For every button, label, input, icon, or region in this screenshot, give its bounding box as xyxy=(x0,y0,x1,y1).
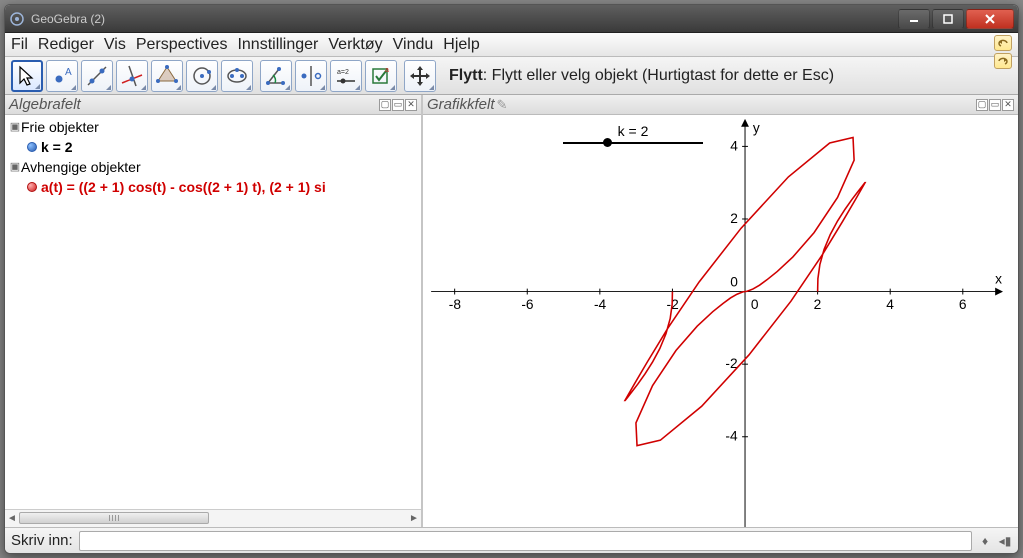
toolbar: A a=2 xyxy=(5,57,1018,95)
redo-button[interactable] xyxy=(994,53,1012,69)
maximize-icon xyxy=(943,14,953,24)
svg-text:x: x xyxy=(995,272,1002,287)
tool-line[interactable] xyxy=(81,60,113,92)
undo-button[interactable] xyxy=(994,35,1012,51)
menu-settings[interactable]: Innstillinger xyxy=(237,36,318,54)
graphics-pane: Grafikkfelt✎ ▢ ▭ ✕ k = 2 xyxy=(423,95,1018,527)
graphics-view[interactable]: k = 2 xyxy=(423,115,1018,527)
svg-text:-4: -4 xyxy=(725,429,738,444)
tree-item-label: k = 2 xyxy=(41,137,73,157)
graph-canvas[interactable]: -8 -6 -4 -2 0 2 4 6 4 2 0 -2 -4 x xyxy=(423,115,1018,527)
pane-close-icon[interactable]: ✕ xyxy=(1002,99,1014,111)
tool-circle[interactable] xyxy=(186,60,218,92)
object-bullet-icon xyxy=(27,182,37,192)
svg-text:4: 4 xyxy=(730,138,738,153)
pencil-icon: ✎ xyxy=(497,97,508,112)
svg-text:4: 4 xyxy=(886,297,894,312)
svg-text:2: 2 xyxy=(730,211,738,226)
menu-view[interactable]: Vis xyxy=(104,36,126,54)
menu-tools[interactable]: Verktøy xyxy=(328,36,382,54)
tool-slider[interactable]: a=2 xyxy=(330,60,362,92)
algebra-pane: Algebrafelt ▢ ▭ ✕ ▣ Frie objekter k = 2 … xyxy=(5,95,423,527)
axis-tick-labels: -8 -6 -4 -2 0 2 4 6 4 2 0 -2 -4 x xyxy=(449,121,1002,444)
tool-reflect[interactable] xyxy=(295,60,327,92)
tool-angle[interactable] xyxy=(260,60,292,92)
tree-label: Frie objekter xyxy=(21,117,99,137)
content: Algebrafelt ▢ ▭ ✕ ▣ Frie objekter k = 2 … xyxy=(5,95,1018,527)
pane-close-icon[interactable]: ✕ xyxy=(405,99,417,111)
close-button[interactable] xyxy=(966,9,1014,29)
svg-text:0: 0 xyxy=(730,275,738,290)
tool-perpendicular[interactable] xyxy=(116,60,148,92)
svg-text:a: a xyxy=(385,67,389,74)
menu-window[interactable]: Vindu xyxy=(393,36,434,54)
pane-detach-icon[interactable]: ▢ xyxy=(379,99,391,111)
tool-move[interactable] xyxy=(11,60,43,92)
slider-knob[interactable] xyxy=(603,138,612,147)
svg-text:-6: -6 xyxy=(521,297,534,312)
algebra-tree[interactable]: ▣ Frie objekter k = 2 ▣ Avhengige objekt… xyxy=(5,115,421,509)
tree-label: Avhengige objekter xyxy=(21,157,141,177)
tool-point[interactable]: A xyxy=(46,60,78,92)
input-bar: Skriv inn: ♦ ◂▮ xyxy=(5,527,1018,553)
svg-text:-8: -8 xyxy=(449,297,462,312)
maximize-button[interactable] xyxy=(932,9,964,29)
slider-track[interactable] xyxy=(563,142,703,144)
slider-label: k = 2 xyxy=(563,123,703,139)
tree-category-free[interactable]: ▣ Frie objekter xyxy=(9,117,417,137)
svg-text:2: 2 xyxy=(814,297,822,312)
menu-perspectives[interactable]: Perspectives xyxy=(136,36,228,54)
window-title: GeoGebra (2) xyxy=(31,12,896,26)
tool-polygon[interactable] xyxy=(151,60,183,92)
input-history-icon[interactable]: ♦ xyxy=(978,534,992,548)
tool-description: Flytt: Flytt eller velg objekt (Hurtigta… xyxy=(449,67,1012,85)
svg-text:0: 0 xyxy=(751,297,759,312)
svg-text:a=2: a=2 xyxy=(337,69,349,76)
disclosure-icon: ▣ xyxy=(9,157,21,177)
scroll-thumb[interactable] xyxy=(19,512,209,524)
object-bullet-icon xyxy=(27,142,37,152)
close-icon xyxy=(984,13,996,25)
algebra-pane-header[interactable]: Algebrafelt ▢ ▭ ✕ xyxy=(5,95,421,115)
app-window: GeoGebra (2) Fil Rediger Vis Perspective… xyxy=(4,4,1019,554)
slider-k[interactable]: k = 2 xyxy=(563,123,703,144)
pane-min-icon[interactable]: ▭ xyxy=(392,99,404,111)
svg-text:-4: -4 xyxy=(594,297,607,312)
tree-item-a[interactable]: a(t) = ((2 + 1) cos(t) - cos((2 + 1) t),… xyxy=(9,177,417,197)
axes xyxy=(431,119,1003,527)
graphics-pane-header[interactable]: Grafikkfelt✎ ▢ ▭ ✕ xyxy=(423,95,1018,115)
tree-item-k[interactable]: k = 2 xyxy=(9,137,417,157)
algebra-hscrollbar[interactable]: ◄ ► xyxy=(5,509,421,527)
tool-move-view[interactable] xyxy=(404,60,436,92)
svg-text:A: A xyxy=(65,67,72,78)
scroll-right-icon[interactable]: ► xyxy=(408,512,420,524)
svg-text:6: 6 xyxy=(959,297,967,312)
pane-detach-icon[interactable]: ▢ xyxy=(976,99,988,111)
menu-file[interactable]: Fil xyxy=(11,36,28,54)
menubar: Fil Rediger Vis Perspectives Innstilling… xyxy=(5,33,1018,57)
titlebar[interactable]: GeoGebra (2) xyxy=(5,5,1018,33)
tree-item-label: a(t) = ((2 + 1) cos(t) - cos((2 + 1) t),… xyxy=(41,177,326,197)
undo-icon xyxy=(997,38,1009,48)
graphics-pane-title: Grafikkfelt✎ xyxy=(427,96,976,113)
app-icon xyxy=(9,11,25,27)
minimize-icon xyxy=(909,14,919,24)
tool-ellipse[interactable] xyxy=(221,60,253,92)
disclosure-icon: ▣ xyxy=(9,117,21,137)
svg-text:y: y xyxy=(753,121,760,136)
pane-min-icon[interactable]: ▭ xyxy=(989,99,1001,111)
redo-icon xyxy=(997,56,1009,66)
input-label: Skriv inn: xyxy=(11,532,73,549)
input-help-icon[interactable]: ◂▮ xyxy=(998,534,1012,548)
tree-category-dependent[interactable]: ▣ Avhengige objekter xyxy=(9,157,417,177)
tool-desc-text: : Flytt eller velg objekt (Hurtigtast fo… xyxy=(483,67,834,84)
command-input[interactable] xyxy=(79,531,972,551)
scroll-left-icon[interactable]: ◄ xyxy=(6,512,18,524)
tool-checkbox[interactable]: a xyxy=(365,60,397,92)
algebra-pane-title: Algebrafelt xyxy=(9,96,379,113)
menu-edit[interactable]: Rediger xyxy=(38,36,94,54)
minimize-button[interactable] xyxy=(898,9,930,29)
tool-desc-title: Flytt xyxy=(449,67,483,84)
menu-help[interactable]: Hjelp xyxy=(443,36,479,54)
